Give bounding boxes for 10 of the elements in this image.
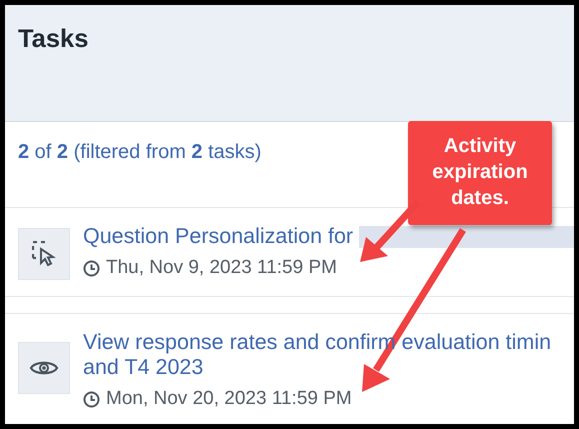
filter-summary: 2 of 2 (filtered from 2 tasks): [18, 141, 262, 163]
select-cursor-icon: [32, 241, 56, 267]
callout-note: Activity expiration dates.: [408, 121, 552, 225]
clock-icon: [83, 260, 100, 276]
page-title: Tasks: [18, 25, 90, 54]
clock-icon: [83, 390, 100, 408]
due-date: Mon, Nov 20, 2023 11:59 PM: [106, 388, 352, 410]
eye-icon: [29, 359, 59, 377]
due-date: Thu, Nov 9, 2023 11:59 PM: [106, 257, 337, 279]
task-link[interactable]: Question Personalization for: [83, 224, 354, 249]
